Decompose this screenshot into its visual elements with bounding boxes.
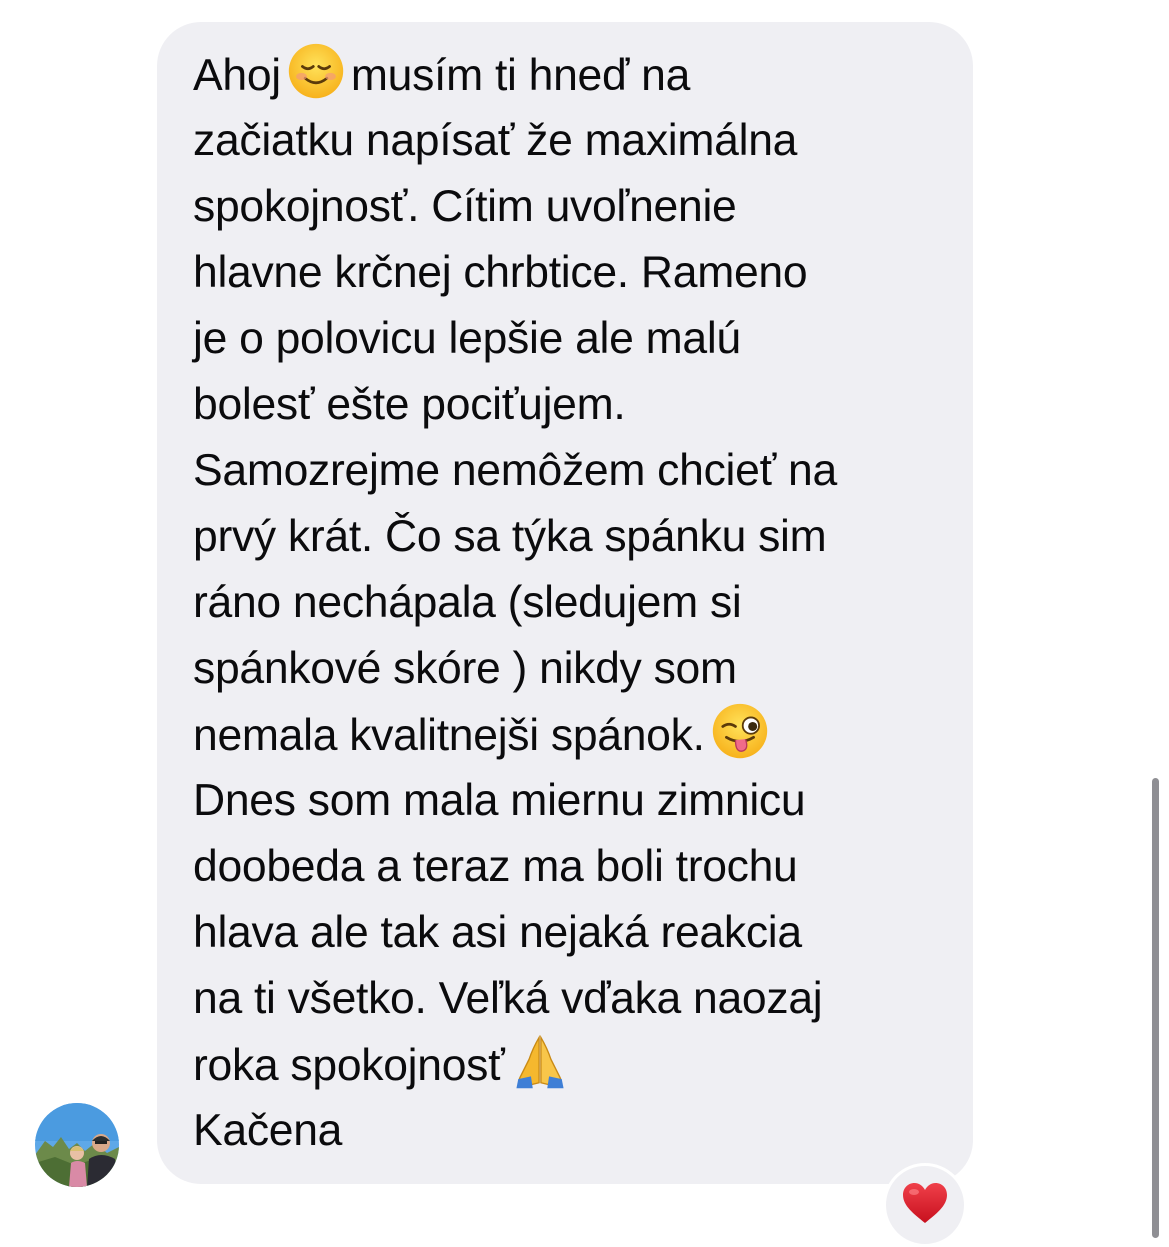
- message-line: začiatku napísať že maximálna: [193, 116, 798, 165]
- scrollbar[interactable]: [1152, 778, 1159, 1238]
- message-line: Samozrejme nemôžem chcieť na: [193, 446, 837, 495]
- message-line: na ti všetko. Veľká vďaka naozaj: [193, 974, 823, 1023]
- message-line: roka spokojnosť: [193, 1032, 943, 1098]
- message-line: Ahoj musím ti hneď na: [193, 42, 943, 108]
- message-line: spokojnosť. Cítim uvoľnenie: [193, 182, 737, 231]
- message-line: Dnes som mala miernu zimnicu: [193, 776, 806, 825]
- message-line: ráno nechápala (sledujem si: [193, 578, 742, 627]
- message-line: hlavne krčnej chrbtice. Rameno: [193, 248, 808, 297]
- folded-hands-icon: [511, 1032, 569, 1090]
- message-line: je o polovicu lepšie ale malú: [193, 314, 741, 363]
- message-line: bolesť ešte pociťujem.: [193, 380, 626, 429]
- smiling-face-icon: [287, 42, 345, 100]
- message-signature: Kačena: [193, 1106, 343, 1155]
- message-line: spánkové skóre ) nikdy som: [193, 644, 737, 693]
- message-line: hlava ale tak asi nejaká reakcia: [193, 908, 802, 957]
- message-line: doobeda a teraz ma boli trochu: [193, 842, 798, 891]
- message-line: prvý krát. Čo sa týka spánku sim: [193, 512, 827, 561]
- message-line: nemala kvalitnejši spánok.: [193, 702, 943, 768]
- winking-tongue-face-icon: [711, 702, 769, 760]
- red-heart-icon: [902, 1182, 948, 1229]
- sender-avatar[interactable]: [35, 1103, 119, 1187]
- message-bubble[interactable]: Ahoj musím ti hneď na začiatku napísať že…: [157, 22, 973, 1184]
- reaction-badge[interactable]: [883, 1163, 967, 1247]
